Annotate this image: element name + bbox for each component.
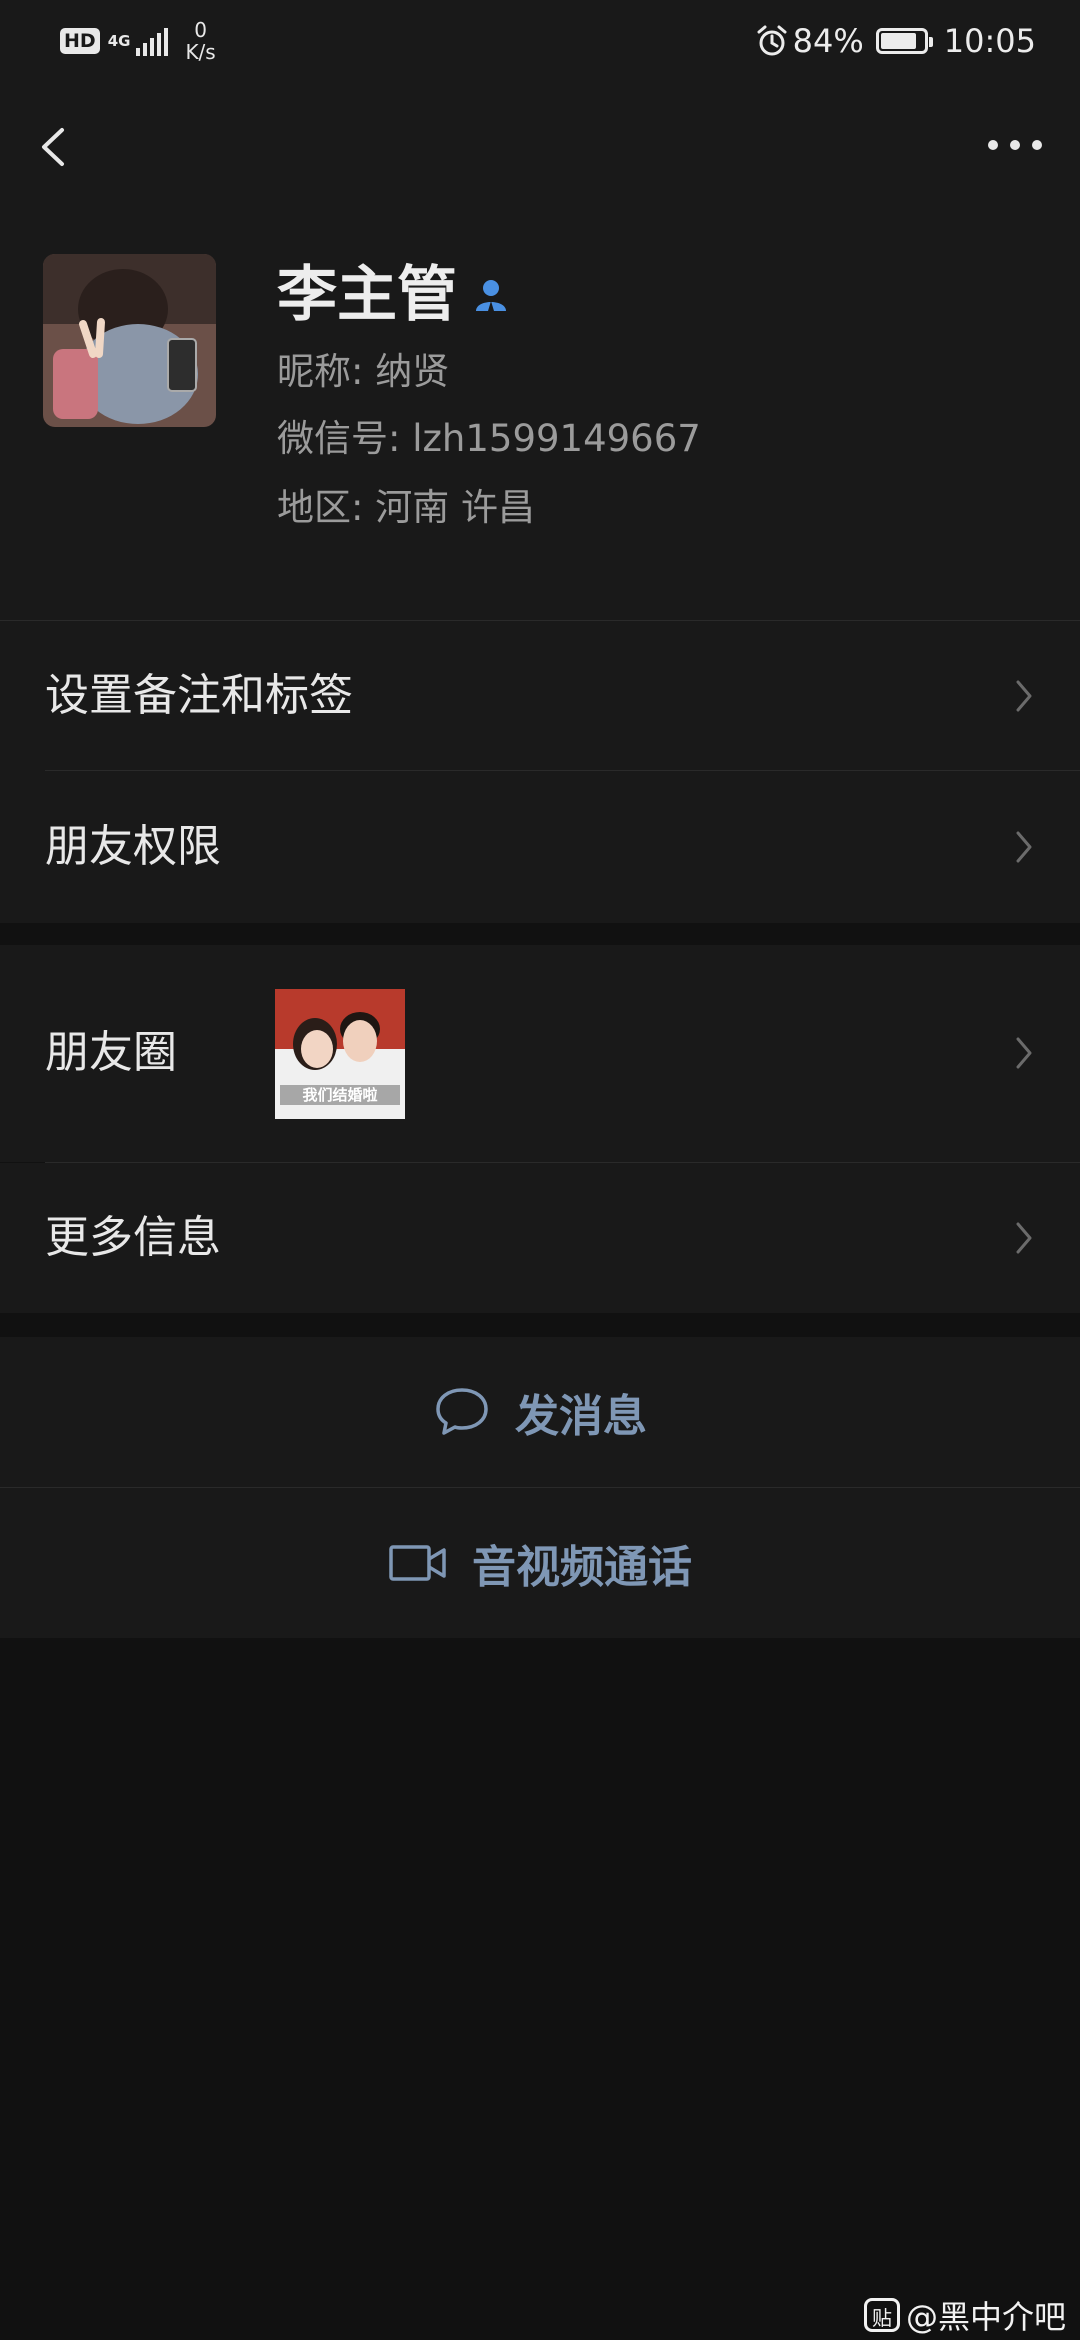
status-left: HD 4G 0 K/s — [60, 16, 216, 66]
remark-and-tags-label: 设置备注和标签 — [45, 670, 353, 721]
moments-cell[interactable]: 朋友圈 — [0, 945, 1080, 1162]
hd-badge: HD — [60, 28, 100, 54]
watermark: 贴 @黑中介吧 — [863, 2292, 1066, 2338]
contact-name: 李主管 — [277, 260, 457, 330]
name-row: 李主管 — [277, 258, 511, 332]
video-call-label: 音视频通话 — [472, 1542, 692, 1593]
moments-thumb-caption: 我们结婚啦 — [302, 1086, 378, 1104]
alarm-icon — [757, 25, 787, 56]
region-text: 地区: 河南 许昌 — [277, 486, 535, 529]
battery-fill — [880, 33, 917, 49]
network-speed: 0 K/s — [185, 19, 215, 63]
nickname-text: 昵称: 纳贤 — [277, 350, 450, 393]
more-options-button[interactable] — [980, 120, 1050, 170]
video-camera-icon — [389, 1545, 446, 1581]
chevron-right-icon — [1016, 1037, 1032, 1069]
moments-thumbnail[interactable]: 我们结婚啦 — [275, 989, 405, 1119]
battery-icon — [875, 28, 933, 54]
more-info-cell[interactable]: 更多信息 — [0, 1163, 1080, 1313]
friend-permissions-cell[interactable]: 朋友权限 — [0, 771, 1080, 923]
back-button[interactable] — [30, 112, 78, 182]
send-message-button[interactable]: 发消息 — [0, 1337, 1080, 1487]
tieba-logo-icon: 贴 — [863, 2298, 900, 2332]
video-call-button[interactable]: 音视频通话 — [0, 1488, 1080, 1638]
wechat-id-text[interactable]: 微信号: lzh1599149667 — [277, 414, 701, 464]
remark-and-tags-cell[interactable]: 设置备注和标签 — [0, 621, 1080, 771]
chevron-right-icon — [1016, 1222, 1032, 1254]
clock: 10:05 — [943, 22, 1036, 60]
status-right: 84% 10:05 — [755, 18, 1036, 64]
chat-bubble-icon — [436, 1388, 488, 1435]
speed-value: 0 — [194, 18, 207, 42]
battery-percent: 84% — [792, 22, 864, 60]
moments-label: 朋友圈 — [45, 1027, 177, 1078]
more-info-label: 更多信息 — [45, 1212, 221, 1263]
verified-person-icon — [476, 280, 506, 311]
status-bar: HD 4G 0 K/s 84% 10:05 — [0, 0, 1080, 80]
watermark-text: @黑中介吧 — [905, 2298, 1066, 2336]
network-type: 4G — [107, 31, 131, 50]
friend-permissions-label: 朋友权限 — [45, 821, 221, 872]
signal-icon — [136, 26, 171, 56]
speed-unit: K/s — [185, 40, 216, 64]
chevron-right-icon — [1016, 680, 1032, 712]
chevron-right-icon — [1016, 831, 1032, 863]
send-message-label: 发消息 — [515, 1391, 647, 1442]
avatar[interactable] — [43, 254, 216, 427]
